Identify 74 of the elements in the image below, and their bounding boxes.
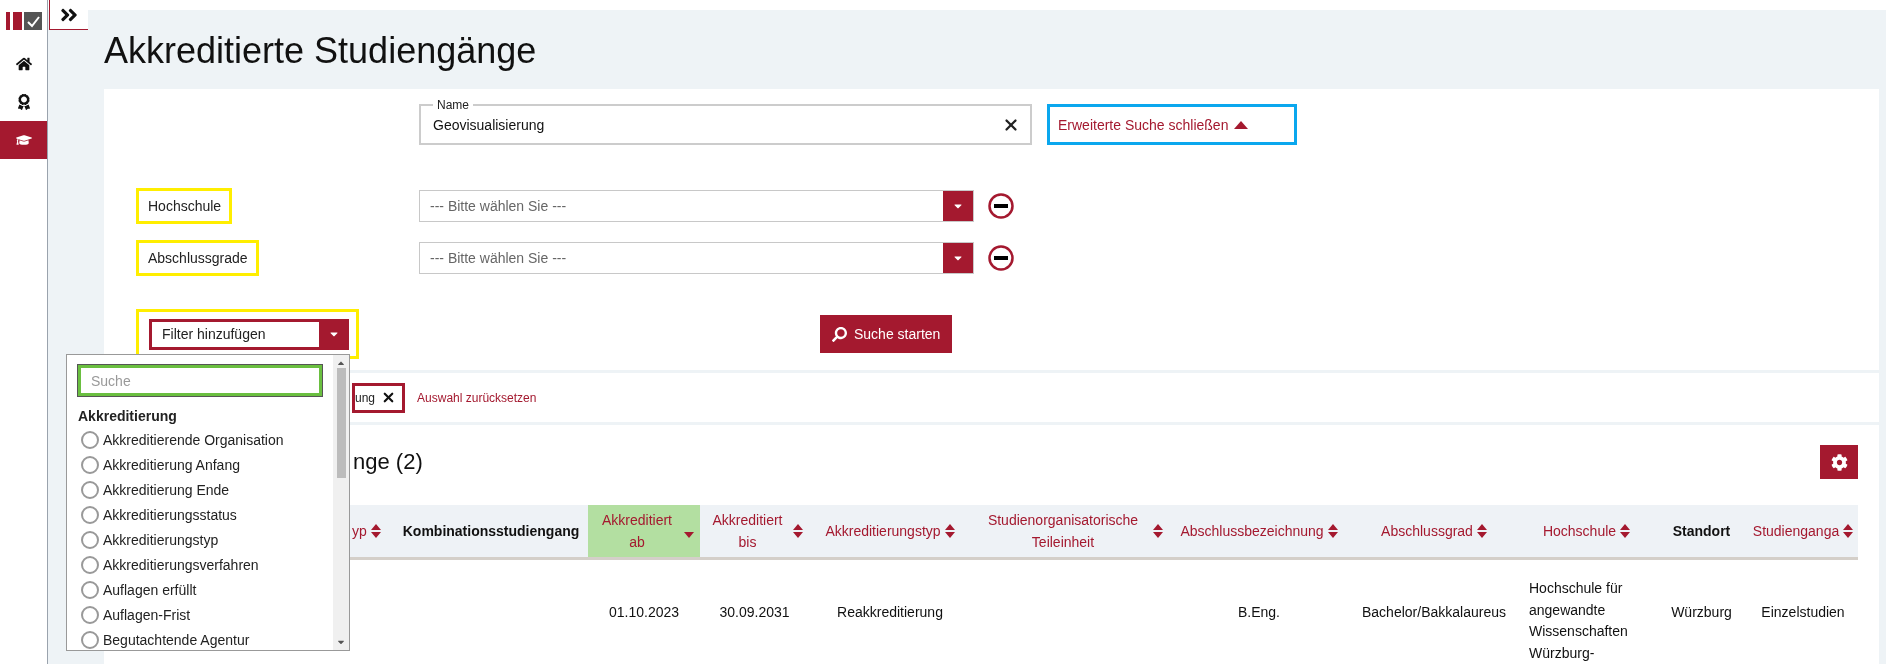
filter-label: Abschlussgrade (136, 240, 259, 276)
filter-label: Hochschule (136, 188, 233, 224)
column-header[interactable]: Akkreditiert ab (588, 505, 700, 557)
remove-icon[interactable] (988, 245, 1014, 271)
column-header[interactable]: Studienganga (1749, 505, 1857, 557)
radio-button[interactable] (81, 580, 99, 599)
graduation-cap-icon (15, 132, 32, 148)
radio-button[interactable] (81, 605, 99, 624)
filter-chip[interactable]: ung (352, 382, 406, 413)
radio-button[interactable] (81, 530, 99, 549)
sort-icon[interactable] (1153, 523, 1163, 539)
add-filter-select[interactable]: Filter hinzufügen (149, 318, 349, 350)
column-header[interactable]: Studienorganisatorische Teileinheit (971, 505, 1169, 557)
sort-icon[interactable] (1843, 523, 1854, 539)
reset-link[interactable]: Auswahl zurücksetzen (417, 390, 537, 405)
column-header[interactable]: Akkreditiert bis (700, 505, 809, 557)
page-title: Akkreditierte Studiengänge (104, 30, 538, 72)
search-button[interactable]: Suche starten (820, 315, 953, 353)
sort-icon[interactable] (944, 523, 955, 539)
option-label[interactable]: Akkreditierung Ende (103, 481, 230, 498)
results-heading: nge (2) (353, 449, 423, 475)
settings-button[interactable] (1820, 445, 1858, 479)
filter-select[interactable]: --- Bitte wählen Sie --- (419, 190, 974, 222)
caret-up-icon (1234, 120, 1249, 129)
sort-icon[interactable] (1476, 523, 1487, 539)
option-label[interactable]: Auflagen erfüllt (103, 581, 197, 598)
option-label[interactable]: Auflagen-Frist (103, 606, 191, 623)
filter-select[interactable]: --- Bitte wählen Sie --- (419, 242, 974, 274)
scroll-thumb[interactable] (336, 368, 346, 478)
group-heading: Akkreditierung (78, 407, 178, 425)
remove-icon[interactable] (988, 193, 1014, 219)
table-cell-text: Hochschule für angewandte Wissenschaften Würzburg- (1528, 579, 1629, 664)
sort-icon[interactable] (1620, 523, 1631, 539)
column-header[interactable]: Hochschule (1519, 505, 1654, 557)
column-header[interactable]: yp (339, 505, 394, 557)
option-label[interactable]: Akkreditierungsverfahren (103, 556, 259, 573)
expand-button[interactable] (49, 0, 88, 30)
sort-icon[interactable] (793, 523, 803, 539)
table-cell-text: B.Eng. (1237, 602, 1281, 622)
option-label[interactable]: Akkreditierung Anfang (103, 456, 240, 473)
search-icon (832, 326, 847, 342)
name-field[interactable]: Name Geovisualisierung (419, 98, 1032, 145)
column-header: Kombinationsstudiengang (401, 521, 581, 541)
column-header[interactable]: Abschlussbezeichnung (1169, 505, 1349, 557)
sidebar-item[interactable] (0, 121, 47, 159)
radio-button[interactable] (81, 480, 99, 499)
settings-icon (1830, 453, 1848, 471)
scrollbar[interactable] (333, 355, 349, 650)
radio-button[interactable] (81, 455, 99, 474)
radio-button[interactable] (81, 555, 99, 574)
table-cell-text: Würzburg (1670, 602, 1733, 622)
option-label[interactable]: Akkreditierende Organisation (103, 431, 284, 448)
option-label[interactable]: Begutachtende Agentur (103, 631, 250, 648)
field-label: Name (436, 98, 470, 112)
sort-icon[interactable] (370, 523, 381, 539)
radio-button[interactable] (81, 430, 99, 449)
option-label[interactable]: Akkreditierungstyp (103, 531, 219, 548)
home-icon (15, 56, 32, 72)
table-cell-text: 01.10.2023 (607, 602, 681, 622)
table-cell-text: Einzelstudien (1760, 602, 1846, 622)
column-header[interactable]: Akkreditierungstyp (809, 505, 971, 557)
table-cell-text: Reakkreditierung (836, 602, 944, 622)
collapse-search-link[interactable]: Erweiterte Suche schließen (1047, 104, 1297, 145)
table-cell-text: 30.09.2031 (718, 602, 791, 622)
logo (6, 12, 44, 30)
search-field[interactable]: Suche (78, 365, 322, 396)
radio-button[interactable] (81, 630, 99, 649)
award-icon (15, 94, 32, 110)
table-cell-text: Bachelor/Bakkalaureus (1361, 602, 1507, 622)
column-header: Standort (1671, 521, 1732, 541)
radio-button[interactable] (81, 505, 99, 524)
sort-icon[interactable] (1327, 523, 1338, 539)
column-header[interactable]: Abschlussgrad (1349, 505, 1519, 557)
option-label[interactable]: Akkreditierungsstatus (103, 506, 237, 523)
